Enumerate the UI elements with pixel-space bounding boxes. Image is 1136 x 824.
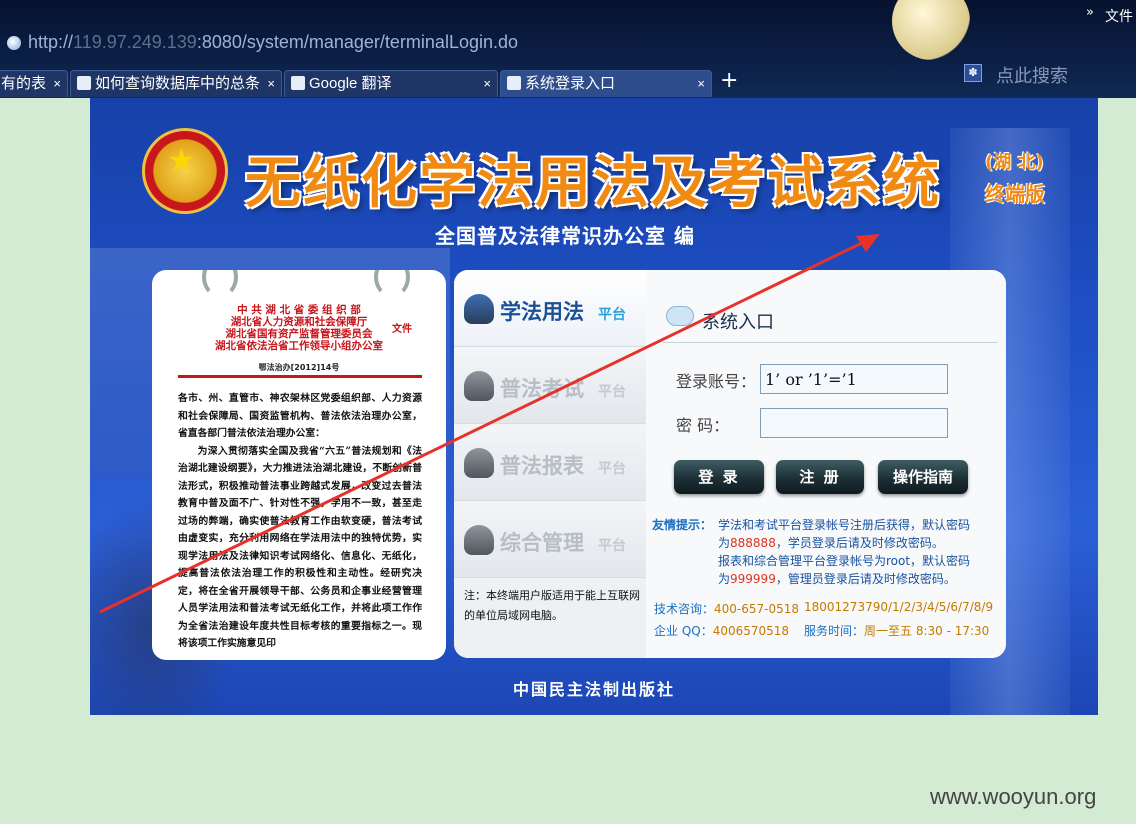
annotation-arrow-line: [99, 238, 869, 614]
watermark: www.wooyun.org: [930, 784, 1097, 809]
annotation-arrow: [99, 234, 880, 614]
